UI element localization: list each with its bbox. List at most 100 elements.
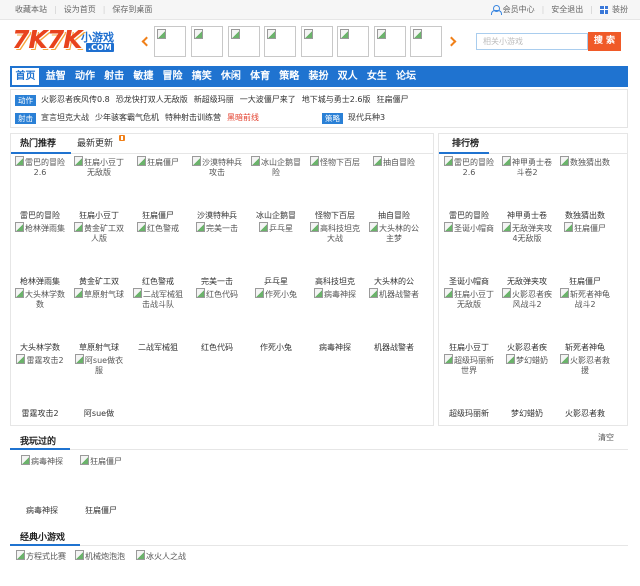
set-homepage-link[interactable]: 设为首页	[64, 5, 96, 15]
game-thumbnail[interactable]: 机器战警者	[368, 288, 420, 338]
game-thumbnail[interactable]: 神甲勇士卷斗卷2	[501, 156, 553, 206]
game-item[interactable]: 沙漠特种兵攻击沙漠特种兵	[191, 156, 250, 222]
game-thumbnail[interactable]: 完美一击	[191, 222, 243, 272]
game-thumbnail[interactable]: 病毒神探	[309, 288, 361, 338]
nav-item-sports[interactable]: 体育	[246, 68, 275, 85]
quick-link[interactable]: 特种射击训练营	[165, 113, 221, 123]
game-title-link[interactable]: 超级玛丽新	[443, 409, 495, 419]
nav-item-dressup[interactable]: 装扮	[304, 68, 333, 85]
carousel-thumbnail[interactable]	[264, 26, 296, 57]
game-title-link[interactable]: 乒乓星	[250, 277, 302, 287]
game-thumbnail[interactable]: 狂扁小豆丁无敌版	[443, 288, 495, 338]
dress-up-link[interactable]: 装扮	[612, 5, 628, 15]
game-thumbnail[interactable]: 沙漠特种兵攻击	[191, 156, 243, 206]
save-to-desktop-link[interactable]: 保存到桌面	[112, 5, 152, 15]
game-thumbnail[interactable]: 大头林的公主梦	[368, 222, 420, 272]
bookmark-site-link[interactable]: 收藏本站	[15, 5, 47, 15]
game-title-link[interactable]: 大头林学数	[14, 343, 66, 353]
game-thumbnail[interactable]: 雷巴的冒险 2.6	[14, 156, 66, 206]
game-item[interactable]: 草原射气球 草原射气球	[73, 288, 132, 354]
quick-link[interactable]: 一大波僵尸来了	[240, 95, 296, 105]
game-title-link[interactable]: 怪物下百层	[309, 211, 361, 221]
game-item[interactable]: 阿sue做衣服 阿sue做	[73, 354, 132, 420]
nav-item-strategy[interactable]: 策略	[275, 68, 304, 85]
chevron-right-icon[interactable]	[446, 36, 457, 47]
game-title-link[interactable]: 沙漠特种兵	[191, 211, 243, 221]
game-item[interactable]: 红色警戒 红色警戒	[132, 222, 191, 288]
category-badge[interactable]: 动作	[15, 94, 36, 106]
game-item[interactable]: 高科技坦克大战 高科技坦克	[309, 222, 368, 288]
game-title-link[interactable]: 红色警戒	[132, 277, 184, 287]
game-title-link[interactable]: 阿sue做	[73, 409, 125, 419]
tab-hot-recommend[interactable]: 热门推荐	[20, 139, 56, 150]
game-thumbnail[interactable]: 枪林弹雨集	[14, 222, 66, 272]
game-title-link[interactable]: 病毒神探	[309, 343, 361, 353]
game-item[interactable]: 红色代码 红色代码	[191, 288, 250, 354]
carousel-thumbnail[interactable]	[374, 26, 406, 57]
nav-item-adventure[interactable]: 冒险	[158, 68, 187, 85]
game-title-link[interactable]: 作死小兔	[250, 343, 302, 353]
quick-link[interactable]: 少年骇客霸气危机	[95, 113, 159, 123]
nav-item-girls[interactable]: 女生	[362, 68, 391, 85]
game-item[interactable]: 狂扁僵尸 狂扁僵尸	[75, 455, 134, 521]
game-item[interactable]: 斩死者神龟战斗2 斩死者神龟	[559, 288, 617, 354]
quick-link[interactable]: 火影忍者疾风传0.8	[41, 95, 110, 105]
game-thumbnail[interactable]: 狂扁僵尸	[559, 222, 611, 272]
quick-link[interactable]: 狂扁僵尸	[376, 95, 408, 105]
game-item[interactable]: 雷霆攻击2 雷霆攻击2	[14, 354, 73, 420]
quick-link[interactable]: 新超级玛丽	[194, 95, 234, 105]
game-item[interactable]: 机器战警者 机器战警者	[368, 288, 427, 354]
game-thumbnail[interactable]: 病毒神探	[16, 455, 68, 505]
nav-item-casual[interactable]: 休闲	[216, 68, 245, 85]
nav-item-puzzle[interactable]: 益智	[41, 68, 70, 85]
game-item[interactable]: 梦幻蜡奶 梦幻蜡奶	[501, 354, 559, 420]
game-thumbnail[interactable]: 数独猜出数	[559, 156, 611, 206]
chevron-left-icon[interactable]	[141, 36, 152, 47]
game-item[interactable]: 火影忍者疾风战斗2 火影忍者疾	[501, 288, 559, 354]
game-title-link[interactable]: 完美一击	[191, 277, 243, 287]
category-badge[interactable]: 射击	[15, 112, 36, 124]
quick-link[interactable]: 宣言坦克大战	[41, 113, 89, 123]
nav-item-forum[interactable]: 论坛	[391, 68, 420, 85]
game-title-link[interactable]: 狂扁僵尸	[132, 211, 184, 221]
quick-link[interactable]: 现代兵种3	[348, 113, 385, 123]
game-thumbnail[interactable]: 草原射气球	[73, 288, 125, 338]
game-title-link[interactable]: 梦幻蜡奶	[501, 409, 553, 419]
nav-item-funny[interactable]: 搞笑	[187, 68, 216, 85]
game-title-link[interactable]: 病毒神探	[16, 506, 68, 516]
carousel-thumbnail[interactable]	[191, 26, 223, 57]
game-title-link[interactable]: 狂扁小豆丁	[443, 343, 495, 353]
game-item[interactable]: 狂扁僵尸 狂扁僵尸	[559, 222, 617, 288]
nav-item-action[interactable]: 动作	[70, 68, 99, 85]
game-item[interactable]: 乒乓星 乒乓星	[250, 222, 309, 288]
game-title-link[interactable]: 抽自冒险	[368, 211, 420, 221]
game-item[interactable]: 冰山企鹅冒险 冰山企鹅冒	[250, 156, 309, 222]
game-item[interactable]: 无敌弹夹攻4无敌版 无敌弹夹攻	[501, 222, 559, 288]
game-thumbnail[interactable]: 冰山企鹅冒险	[250, 156, 302, 206]
game-thumbnail[interactable]: 怪物下百层	[309, 156, 361, 206]
game-item[interactable]: 狂扁小豆丁无敌版狂扁小豆丁	[443, 288, 501, 354]
category-badge[interactable]: 策略	[322, 112, 343, 124]
classic-game-link[interactable]: 冰火人之战	[136, 550, 196, 562]
game-item[interactable]: 病毒神探 病毒神探	[16, 455, 75, 521]
game-item[interactable]: 神甲勇士卷斗卷2 神甲勇士卷	[501, 156, 559, 222]
game-item[interactable]: 狂扁小豆丁无敌版 狂扁小豆丁	[73, 156, 132, 222]
game-title-link[interactable]: 雷霆攻击2	[14, 409, 66, 419]
nav-item-shooting[interactable]: 射击	[100, 68, 129, 85]
quick-link[interactable]: 恐龙快打双人无敌版	[116, 95, 188, 105]
game-title-link[interactable]: 雷巴的冒险	[14, 211, 66, 221]
game-thumbnail[interactable]: 无敌弹夹攻4无敌版	[501, 222, 553, 272]
game-item[interactable]: 圣诞小帽商 圣诞小帽商	[443, 222, 501, 288]
game-thumbnail[interactable]: 黄金矿工双人版	[73, 222, 125, 272]
logout-link[interactable]: 安全退出	[551, 5, 583, 15]
game-thumbnail[interactable]: 火影忍者疾风战斗2	[501, 288, 553, 338]
game-item[interactable]: 抽自冒险 抽自冒险	[368, 156, 427, 222]
game-title-link[interactable]: 火影忍者救	[559, 409, 611, 419]
classic-game-link[interactable]: 机械炮泡泡	[75, 550, 136, 562]
game-item[interactable]: 怪物下百层 怪物下百层	[309, 156, 368, 222]
nav-item-two-player[interactable]: 双人	[333, 68, 362, 85]
game-item[interactable]: 大头林学数数 大头林学数	[14, 288, 73, 354]
game-thumbnail[interactable]: 乒乓星	[250, 222, 302, 272]
search-input[interactable]	[476, 33, 588, 50]
game-thumbnail[interactable]: 狂扁僵尸	[132, 156, 184, 206]
